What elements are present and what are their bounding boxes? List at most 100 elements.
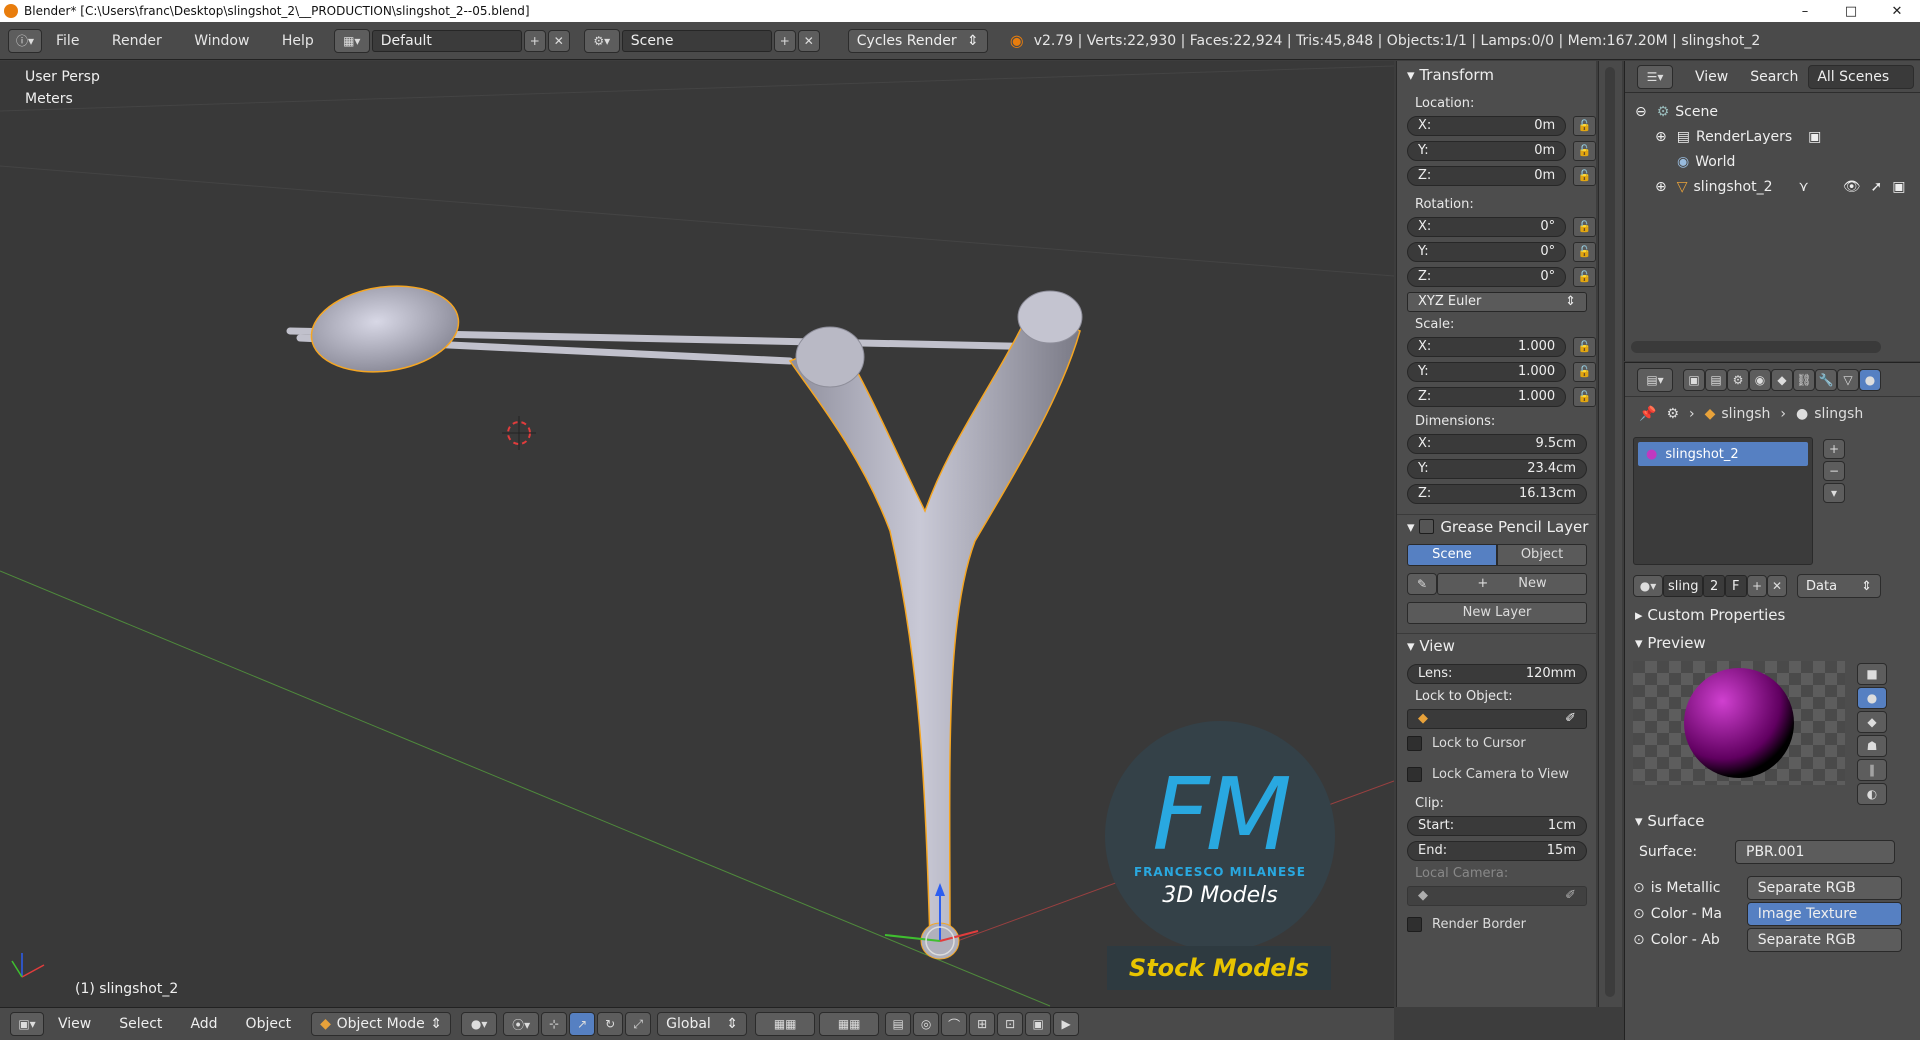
scale-manipulator-icon[interactable]: ⤢ (625, 1012, 652, 1036)
info-editor-type-icon[interactable]: ⓘ▾ (8, 28, 42, 53)
3d-cursor-icon[interactable] (502, 416, 536, 450)
remove-slot-icon[interactable]: − (1823, 461, 1845, 481)
menu-object[interactable]: Object (246, 1016, 292, 1032)
outliner-row-renderlayers[interactable]: ⊕ ▤ RenderLayers ▣ (1625, 124, 1920, 149)
preview-flat-icon[interactable]: ■ (1857, 663, 1887, 685)
outliner-search-menu[interactable]: Search (1750, 69, 1798, 85)
camera-render-icon[interactable]: ▣ (1892, 179, 1905, 195)
grease-pencil-checkbox[interactable] (1419, 519, 1435, 534)
rotation-mode-select[interactable]: XYZ Euler ⇕ (1407, 291, 1587, 312)
lock-icon[interactable]: 🔓 (1573, 266, 1596, 287)
snap-target-icon[interactable]: ⊡ (997, 1012, 1024, 1036)
menu-select[interactable]: Select (119, 1016, 162, 1032)
scale-z-field[interactable]: Z: 1.000 (1407, 386, 1567, 407)
3d-viewport[interactable]: User Persp Meters (1) slingshot_2 FM FRA… (0, 61, 1394, 1007)
socket-icon[interactable]: ⊙ (1633, 932, 1645, 948)
cursor-select-icon[interactable]: ➚ (1871, 179, 1883, 195)
add-layout-icon[interactable]: + (523, 29, 546, 52)
transform-panel-header[interactable]: ▾ Transform (1397, 63, 1596, 87)
scale-x-field[interactable]: X: 1.000 (1407, 336, 1567, 357)
lock-icon[interactable]: 🔓 (1573, 216, 1596, 237)
lens-field[interactable]: Lens: 120mm (1407, 663, 1587, 684)
render-opengl-icon[interactable]: ▣ (1025, 1012, 1052, 1036)
fake-user-toggle[interactable]: F (1725, 575, 1747, 597)
grease-new-button[interactable]: + New (1437, 572, 1587, 595)
material-tab-icon[interactable]: ● (1859, 368, 1881, 391)
lock-icon[interactable]: 🔓 (1573, 115, 1596, 136)
close-button[interactable]: ✕ (1874, 0, 1920, 22)
dimensions-z-field[interactable]: Z: 16.13cm (1407, 483, 1587, 504)
outliner-row-scene[interactable]: ⊖ ⚙ Scene (1625, 99, 1920, 124)
preview-world-icon[interactable]: ◐ (1857, 783, 1887, 805)
transform-orientation-select[interactable]: Global ⇕ (657, 1012, 748, 1036)
sidebar-scrollbar[interactable] (1598, 61, 1622, 1007)
eye-icon[interactable]: 👁 (1843, 179, 1861, 195)
menu-add[interactable]: Add (190, 1016, 217, 1032)
menu-window[interactable]: Window (194, 33, 249, 49)
expand-icon[interactable]: ⊕ (1655, 179, 1667, 195)
grease-pencil-panel-header[interactable]: ▾ Grease Pencil Layer (1397, 514, 1596, 538)
input-link-select[interactable]: Separate RGB (1746, 928, 1902, 952)
preview-cube-icon[interactable]: ◆ (1857, 711, 1887, 733)
object-tab-icon[interactable]: ◆ (1771, 368, 1793, 391)
preview-header[interactable]: ▾ Preview (1625, 629, 1920, 657)
manipulator-toggle-icon[interactable]: ⊹ (541, 1012, 568, 1036)
datablock-name-field[interactable]: sling (1663, 575, 1703, 597)
3d-view-editor-icon[interactable]: ▣▾ (10, 1012, 44, 1036)
world-tab-icon[interactable]: ◉ (1749, 368, 1771, 391)
render-tab-icon[interactable]: ▣ (1683, 368, 1705, 391)
outliner-row-slingshot[interactable]: ⊕ ▽ slingshot_2 ⋎ 👁 ➚ ▣ (1625, 174, 1920, 199)
rotate-manipulator-icon[interactable]: ↻ (597, 1012, 624, 1036)
clip-start-field[interactable]: Start: 1cm (1407, 815, 1587, 836)
lock-icon[interactable]: 🔓 (1573, 336, 1596, 357)
maximize-button[interactable]: □ (1828, 0, 1874, 22)
add-slot-icon[interactable]: + (1823, 439, 1845, 459)
screen-layout-field[interactable]: Default (371, 29, 522, 52)
location-y-field[interactable]: Y: 0m (1407, 140, 1567, 161)
material-slot-list[interactable]: ● slingshot_2 (1633, 437, 1813, 565)
rotation-z-field[interactable]: Z: 0° (1407, 266, 1567, 287)
lock-cursor-checkbox[interactable] (1407, 736, 1422, 751)
remove-scene-icon[interactable]: ✕ (797, 29, 820, 52)
new-layer-button[interactable]: New Layer (1407, 601, 1587, 624)
pencil-icon[interactable]: ✎ (1407, 572, 1437, 595)
data-tab-icon[interactable]: ▽ (1837, 368, 1859, 391)
constraints-tab-icon[interactable]: ⛓ (1793, 368, 1815, 391)
view-panel-header[interactable]: ▾ View (1397, 633, 1596, 657)
minimize-button[interactable]: – (1782, 0, 1828, 22)
preview-monkey-icon[interactable]: ☗ (1857, 735, 1887, 757)
material-slot-item[interactable]: ● slingshot_2 (1638, 442, 1808, 466)
location-z-field[interactable]: Z: 0m (1407, 165, 1567, 186)
outliner-view-menu[interactable]: View (1695, 69, 1728, 85)
scene-tab-icon[interactable]: ⚙ (1727, 368, 1749, 391)
render-animation-icon[interactable]: ▶ (1053, 1012, 1080, 1036)
unlink-material-icon[interactable]: ✕ (1767, 575, 1787, 597)
slingshot-model[interactable] (286, 277, 1083, 960)
dimensions-x-field[interactable]: X: 9.5cm (1407, 433, 1587, 454)
proportional-edit-icon[interactable]: ◎ (913, 1012, 940, 1036)
rotation-y-field[interactable]: Y: 0° (1407, 241, 1567, 262)
eyedropper-icon[interactable]: ✐ (1565, 711, 1576, 726)
pivot-point-icon[interactable]: ⦿▾ (503, 1012, 540, 1036)
socket-icon[interactable]: ⊙ (1633, 880, 1645, 896)
pin-icon[interactable]: 📌 (1639, 406, 1656, 422)
layers-grid-icon[interactable]: ▦▦ (819, 1012, 880, 1036)
snap-element-icon[interactable]: ⊞ (969, 1012, 996, 1036)
local-camera-field[interactable]: ◆ ✐ (1407, 885, 1587, 906)
translate-manipulator-icon[interactable]: ↗ (569, 1012, 596, 1036)
eyedropper-icon[interactable]: ✐ (1565, 888, 1576, 903)
scrollbar-thumb[interactable] (1605, 67, 1615, 997)
lock-icon[interactable]: 🔓 (1573, 361, 1596, 382)
custom-properties-header[interactable]: ▸ Custom Properties (1625, 601, 1920, 629)
display-mode-select[interactable]: All Scenes (1808, 64, 1915, 89)
viewport-shading-icon[interactable]: ●▾ (461, 1012, 498, 1036)
lock-layers-icon[interactable]: ▤ (885, 1012, 912, 1036)
properties-editor-icon[interactable]: ▤▾ (1637, 367, 1673, 392)
outliner-hscrollbar[interactable] (1631, 341, 1881, 353)
grease-object-tab[interactable]: Object (1497, 543, 1587, 566)
menu-view[interactable]: View (58, 1016, 91, 1032)
expand-icon[interactable]: ⊕ (1655, 129, 1667, 145)
layers-grid-icon[interactable]: ▦▦ (755, 1012, 816, 1036)
render-border-checkbox[interactable] (1407, 917, 1422, 932)
preview-sphere-icon[interactable]: ● (1857, 687, 1887, 709)
